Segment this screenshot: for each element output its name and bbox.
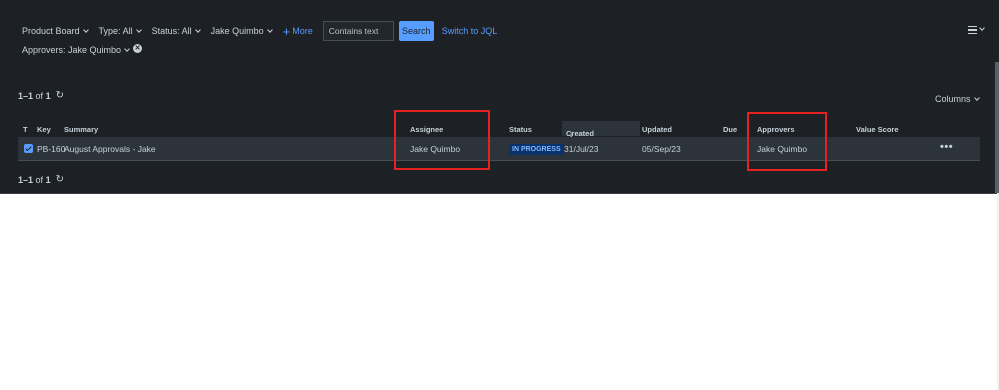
menu-icon — [968, 26, 977, 34]
issue-navigator: Product Board Type: All Status: All Jake… — [0, 0, 999, 193]
project-filter[interactable]: Product Board — [22, 26, 89, 36]
search-button[interactable]: Search — [398, 21, 434, 41]
more-filters-label: More — [292, 26, 313, 36]
annotation-box-assignee — [394, 110, 490, 170]
header-summary[interactable]: Summary — [64, 125, 98, 134]
type-filter[interactable]: Type: All — [98, 26, 142, 36]
plus-icon: + — [282, 23, 291, 39]
view-options-menu[interactable] — [968, 25, 985, 34]
search-input[interactable]: Contains text — [322, 21, 394, 41]
assignee-filter-label: Jake Quimbo — [210, 26, 264, 36]
header-value-score[interactable]: Value Score — [856, 125, 899, 134]
approvers-filter-label: Approvers: Jake Quimbo — [22, 45, 122, 55]
vertical-scrollbar[interactable] — [995, 62, 999, 193]
header-status[interactable]: Status — [509, 125, 532, 134]
checkbox-icon[interactable] — [24, 144, 33, 153]
clear-icon[interactable]: ✕ — [133, 44, 143, 53]
chevron-down-icon — [82, 26, 89, 33]
chevron-down-icon — [979, 25, 985, 32]
chevron-down-icon — [973, 94, 980, 101]
switch-to-jql-link[interactable]: Switch to JQL — [442, 26, 498, 36]
status-badge[interactable]: IN PROGRESS — [509, 144, 564, 155]
pager-range: 1–1 — [18, 174, 34, 185]
pager-total: 1 — [45, 90, 51, 101]
pagination-bottom: 1–1 of 1 ↻ — [18, 174, 64, 185]
status-filter[interactable]: Status: All — [151, 26, 201, 36]
type-filter-label: Type: All — [98, 26, 133, 36]
pager-total: 1 — [45, 174, 51, 185]
status-filter-label: Status: All — [151, 26, 192, 36]
pager-range: 1–1 — [18, 90, 34, 101]
issue-created: 31/Jul/23 — [564, 144, 599, 154]
filter-bar: Product Board Type: All Status: All Jake… — [22, 21, 497, 41]
pager-of: of — [35, 174, 44, 185]
issue-updated: 05/Sep/23 — [642, 144, 681, 154]
approvers-filter[interactable]: Approvers: Jake Quimbo ✕ — [22, 44, 143, 55]
table-row[interactable]: PB-160 August Approvals - Jake Jake Quim… — [18, 137, 980, 161]
issue-key[interactable]: PB-160 — [37, 144, 65, 154]
assignee-filter[interactable]: Jake Quimbo — [210, 26, 273, 36]
header-created[interactable]: Created ↓ — [562, 121, 640, 139]
pager-of: of — [35, 90, 44, 101]
project-filter-label: Product Board — [22, 26, 80, 36]
more-actions-icon[interactable]: ••• — [940, 141, 953, 153]
chevron-down-icon — [194, 26, 201, 33]
more-filters-button[interactable]: + More — [283, 25, 313, 38]
pagination-top: 1–1 of 1 ↻ — [18, 90, 64, 101]
chevron-down-icon — [266, 26, 273, 33]
annotation-box-approvers — [747, 112, 827, 171]
header-due[interactable]: Due — [723, 125, 737, 134]
table-header: T Key Summary Assignee Status Created ↓ U… — [18, 121, 980, 139]
columns-button[interactable]: Columns — [935, 94, 980, 104]
window-bottom-border — [0, 193, 999, 194]
columns-label: Columns — [935, 94, 971, 104]
header-type[interactable]: T — [23, 125, 28, 134]
chevron-down-icon — [124, 45, 130, 52]
header-key[interactable]: Key — [37, 125, 51, 134]
refresh-icon[interactable]: ↻ — [56, 174, 64, 185]
chevron-down-icon — [135, 26, 142, 33]
refresh-icon[interactable]: ↻ — [56, 90, 64, 101]
issue-summary[interactable]: August Approvals - Jake — [64, 144, 156, 154]
header-updated[interactable]: Updated — [642, 125, 672, 134]
